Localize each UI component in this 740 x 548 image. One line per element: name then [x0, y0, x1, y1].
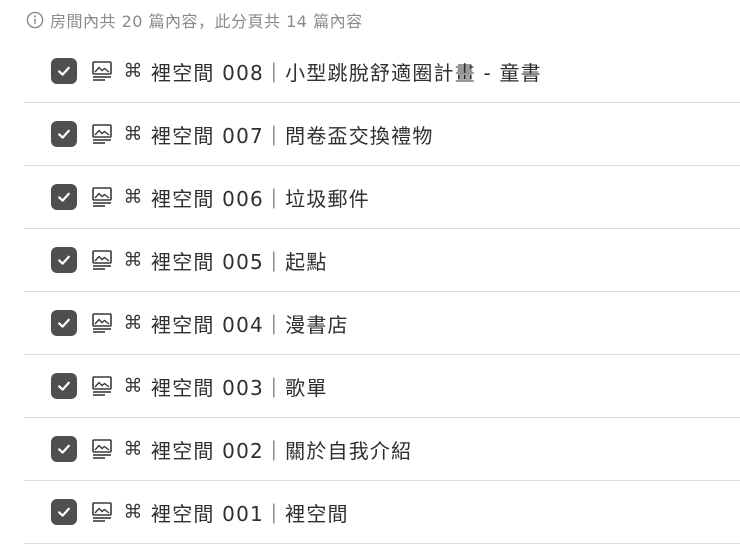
list-item[interactable]: ⌘ 裡空間 001｜裡空間: [24, 481, 740, 544]
checkmark-icon: [58, 192, 70, 202]
item-title[interactable]: 裡空間 003｜歌單: [151, 372, 328, 401]
item-title[interactable]: 裡空間 002｜關於自我介紹: [151, 435, 412, 464]
checkmark-icon: [58, 318, 70, 328]
checkbox-checked[interactable]: [51, 121, 77, 147]
document-image-icon: [91, 123, 113, 145]
checkmark-icon: [58, 255, 70, 265]
document-image-icon: [91, 375, 113, 397]
command-icon: ⌘: [123, 501, 143, 523]
checkmark-icon: [58, 66, 70, 76]
document-image-icon: [91, 312, 113, 334]
checkbox-checked[interactable]: [51, 373, 77, 399]
checkmark-icon: [58, 381, 70, 391]
checkmark-icon: [58, 444, 70, 454]
command-icon: ⌘: [123, 249, 143, 271]
document-image-icon: [91, 501, 113, 523]
command-icon: ⌘: [123, 312, 143, 334]
document-image-icon: [91, 60, 113, 82]
command-icon: ⌘: [123, 438, 143, 460]
list-item[interactable]: ⌘ 裡空間 007｜問卷盃交換禮物: [24, 103, 740, 166]
document-image-icon: [91, 186, 113, 208]
info-circle-icon: [26, 11, 44, 29]
checkbox-checked[interactable]: [51, 310, 77, 336]
item-title[interactable]: 裡空間 007｜問卷盃交換禮物: [151, 120, 434, 149]
document-image-icon: [91, 249, 113, 271]
list-item[interactable]: ⌘ 裡空間 004｜漫書店: [24, 292, 740, 355]
item-title[interactable]: 裡空間 005｜起點: [151, 246, 328, 275]
checkbox-checked[interactable]: [51, 436, 77, 462]
item-title[interactable]: 裡空間 008｜小型跳脫舒適圈計畫 - 童書: [151, 57, 542, 86]
list-item[interactable]: ⌘ 裡空間 008｜小型跳脫舒適圈計畫 - 童書: [24, 40, 740, 103]
checkbox-checked[interactable]: [51, 499, 77, 525]
checkbox-checked[interactable]: [51, 247, 77, 273]
list-item[interactable]: ⌘ 裡空間 006｜垃圾郵件: [24, 166, 740, 229]
checkmark-icon: [58, 129, 70, 139]
checkbox-checked[interactable]: [51, 184, 77, 210]
checkbox-checked[interactable]: [51, 58, 77, 84]
item-title[interactable]: 裡空間 001｜裡空間: [151, 498, 349, 527]
list-item[interactable]: ⌘ 裡空間 002｜關於自我介紹: [24, 418, 740, 481]
command-icon: ⌘: [123, 186, 143, 208]
checkmark-icon: [58, 507, 70, 517]
content-list: ⌘ 裡空間 008｜小型跳脫舒適圈計畫 - 童書 ⌘ 裡空間 007｜問卷盃交換…: [24, 40, 740, 544]
item-title[interactable]: 裡空間 006｜垃圾郵件: [151, 183, 370, 212]
content-count-info: 房間內共 20 篇內容，此分頁共 14 篇內容: [26, 8, 363, 32]
list-item[interactable]: ⌘ 裡空間 003｜歌單: [24, 355, 740, 418]
command-icon: ⌘: [123, 60, 143, 82]
item-title[interactable]: 裡空間 004｜漫書店: [151, 309, 349, 338]
list-item[interactable]: ⌘ 裡空間 005｜起點: [24, 229, 740, 292]
document-image-icon: [91, 438, 113, 460]
content-count-text: 房間內共 20 篇內容，此分頁共 14 篇內容: [50, 12, 363, 31]
command-icon: ⌘: [123, 123, 143, 145]
command-icon: ⌘: [123, 375, 143, 397]
